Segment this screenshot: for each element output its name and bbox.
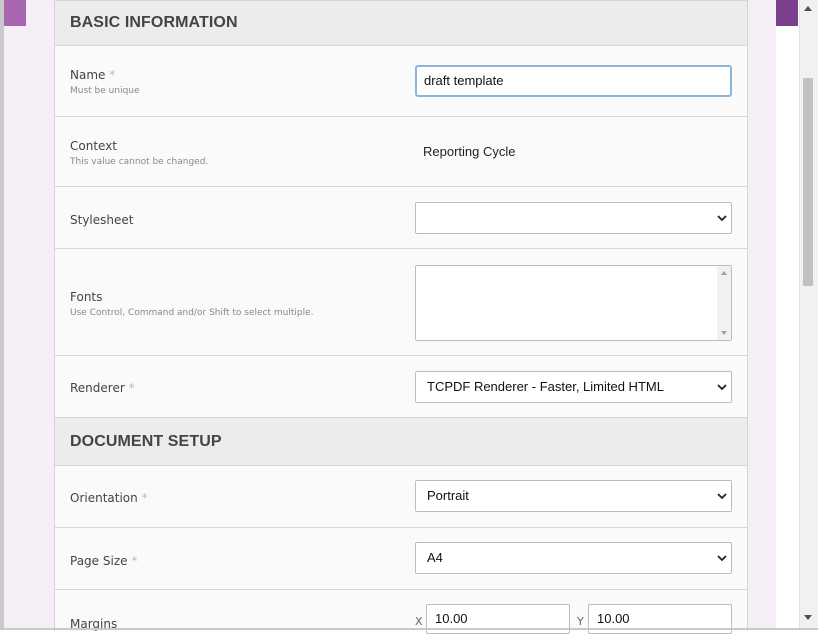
scroll-down-arrow-icon[interactable] bbox=[721, 331, 727, 335]
form-row-fonts: Fonts Use Control, Command and/or Shift … bbox=[55, 249, 747, 356]
page-size-label: Page Size * bbox=[70, 554, 138, 568]
orientation-selected-value: Portrait bbox=[427, 488, 469, 503]
accent-block-right bbox=[776, 0, 798, 26]
page-margin-right bbox=[776, 0, 799, 630]
chevron-down-icon bbox=[717, 384, 727, 391]
form-row-renderer: Renderer * TCPDF Renderer - Faster, Limi… bbox=[55, 356, 747, 418]
fonts-listbox-scrollbar[interactable] bbox=[717, 266, 731, 340]
fonts-multiselect[interactable] bbox=[415, 265, 732, 341]
page-size-select[interactable]: A4 bbox=[415, 542, 732, 574]
form-row-name: Name * Must be unique draft template bbox=[55, 46, 747, 117]
scroll-up-arrow-icon[interactable] bbox=[804, 6, 812, 11]
chevron-down-icon bbox=[717, 493, 727, 500]
renderer-label: Renderer * bbox=[70, 381, 135, 395]
context-hint: This value cannot be changed. bbox=[70, 157, 209, 167]
form-row-margins: Margins X 10.00 Y 10.00 bbox=[55, 590, 747, 634]
orientation-label: Orientation * bbox=[70, 491, 148, 505]
page-size-selected-value: A4 bbox=[427, 550, 443, 565]
context-value: Reporting Cycle bbox=[423, 144, 516, 159]
section-header-document-setup: DOCUMENT SETUP bbox=[55, 418, 747, 466]
renderer-select[interactable]: TCPDF Renderer - Faster, Limited HTML bbox=[415, 371, 732, 403]
required-marker: * bbox=[128, 381, 135, 395]
scrollbar-thumb[interactable] bbox=[803, 78, 813, 286]
stylesheet-label: Stylesheet bbox=[70, 213, 134, 227]
stylesheet-select[interactable] bbox=[415, 202, 732, 234]
scroll-down-arrow-icon[interactable] bbox=[804, 615, 812, 620]
required-marker: * bbox=[141, 491, 148, 505]
form-row-stylesheet: Stylesheet bbox=[55, 187, 747, 249]
accent-block-left bbox=[4, 0, 26, 26]
form-row-context: Context This value cannot be changed. Re… bbox=[55, 117, 747, 187]
name-input[interactable]: draft template bbox=[415, 65, 732, 97]
scroll-up-arrow-icon[interactable] bbox=[721, 271, 727, 275]
form-row-page-size: Page Size * A4 bbox=[55, 528, 747, 590]
orientation-select[interactable]: Portrait bbox=[415, 480, 732, 512]
context-label: Context bbox=[70, 139, 118, 153]
section-title: DOCUMENT SETUP bbox=[70, 433, 222, 450]
template-form-panel: BASIC INFORMATION Name * Must be unique … bbox=[54, 0, 748, 634]
fonts-label: Fonts bbox=[70, 290, 103, 304]
modal-backdrop-left bbox=[4, 0, 54, 630]
section-header-basic-information: BASIC INFORMATION bbox=[55, 1, 747, 46]
fonts-hint: Use Control, Command and/or Shift to sel… bbox=[70, 308, 314, 318]
name-label: Name * bbox=[70, 68, 116, 82]
renderer-selected-value: TCPDF Renderer - Faster, Limited HTML bbox=[427, 379, 664, 394]
chevron-down-icon bbox=[717, 215, 727, 222]
form-row-orientation: Orientation * Portrait bbox=[55, 466, 747, 528]
chevron-down-icon bbox=[717, 555, 727, 562]
margin-y-label: Y bbox=[577, 615, 584, 628]
page-scrollbar[interactable] bbox=[799, 0, 818, 630]
margin-x-label: X bbox=[415, 615, 423, 628]
name-hint: Must be unique bbox=[70, 86, 140, 96]
modal-backdrop-right bbox=[748, 0, 776, 630]
section-title: BASIC INFORMATION bbox=[70, 14, 238, 31]
required-marker: * bbox=[109, 68, 116, 82]
required-marker: * bbox=[131, 554, 138, 568]
